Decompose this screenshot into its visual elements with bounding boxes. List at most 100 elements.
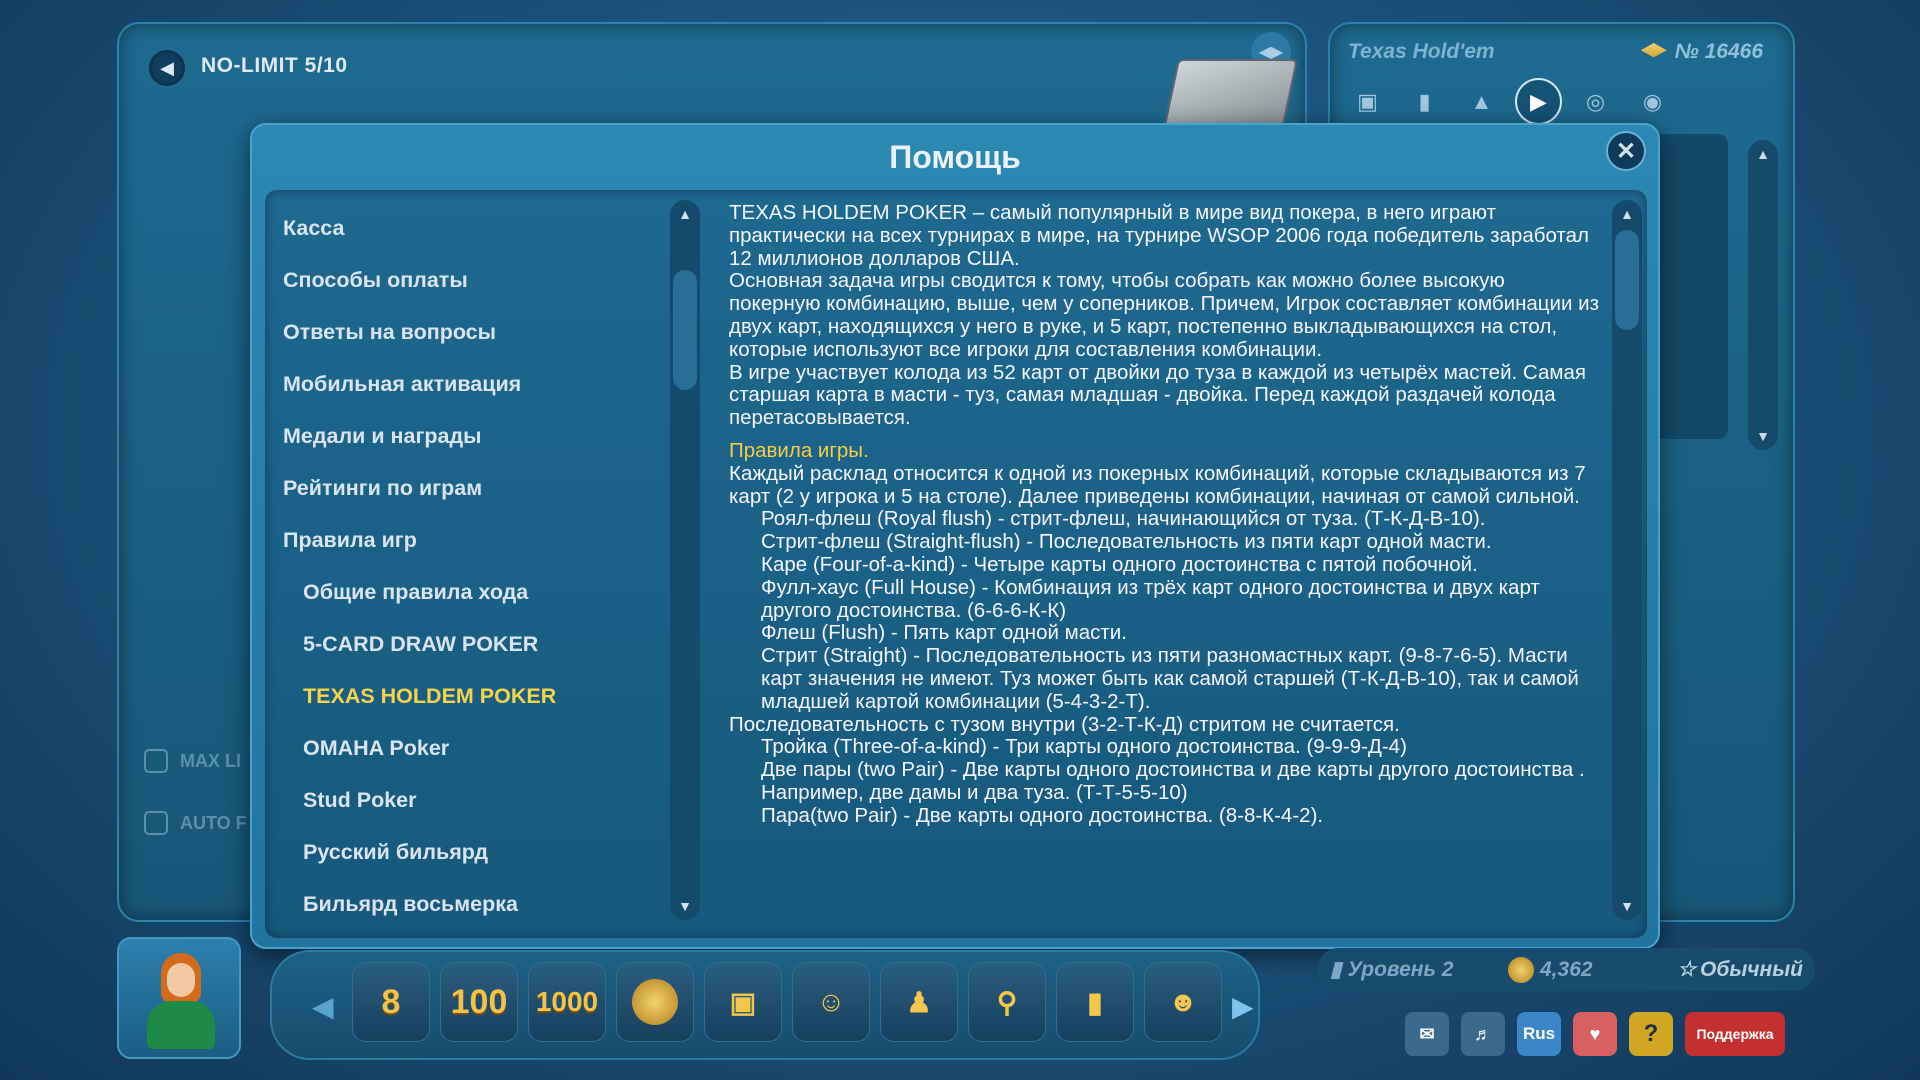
scroll-thumb[interactable] (1615, 230, 1639, 330)
chevron-left-icon: ◀ (160, 57, 174, 78)
menu-item-kassa[interactable]: Касса (283, 202, 703, 254)
medal-icon[interactable]: ◎ (1572, 78, 1619, 125)
rank-indicator: ☆ Обычный (1677, 957, 1803, 982)
scroll-down-icon[interactable]: ▼ (1756, 428, 1770, 444)
level-bars-icon: ▮ (1330, 958, 1342, 981)
back-button[interactable]: ◀ (149, 50, 185, 86)
menu-item-ratings[interactable]: Рейтинги по играм (283, 462, 703, 514)
menu-item-mobile[interactable]: Мобильная активация (283, 358, 703, 410)
combo-three-of-a-kind: Тройка (Three-of-a-kind) - Три карты одн… (761, 735, 1407, 759)
menu-item-faq[interactable]: Ответы на вопросы (283, 306, 703, 358)
scroll-up-icon[interactable]: ▲ (678, 206, 692, 222)
menu-item-5card-draw[interactable]: 5-CARD DRAW POKER (283, 618, 703, 670)
combo-ace-inside: Последовательность с тузом внутри (3-2-Т… (729, 712, 1400, 736)
table-number: № 16466 (1640, 40, 1763, 64)
table-title: NO-LIMIT 5/10 (201, 54, 348, 77)
level-indicator: ▮ Уровень 2 (1330, 957, 1454, 982)
content-scrollbar[interactable]: ▲ ▼ (1612, 200, 1642, 920)
camera-icon[interactable]: ◉ (1629, 78, 1676, 125)
coin-icon (1508, 956, 1534, 983)
video-camera-icon[interactable]: ▶ (1515, 78, 1562, 125)
stats-icon[interactable]: ▮ (1401, 78, 1448, 125)
players-icon[interactable]: ♟ (880, 962, 958, 1042)
sound-button[interactable]: ♬ (1461, 1012, 1505, 1056)
menu-item-rules[interactable]: Правила игр (283, 514, 703, 566)
menu-item-medals[interactable]: Медали и награды (283, 410, 703, 462)
content-paragraph: Каждый расклад относится к одной из поке… (729, 461, 1586, 508)
bar-chart-icon[interactable]: ▮ (1056, 962, 1134, 1042)
content-paragraph: TEXAS HOLDEM POKER – самый популярный в … (729, 202, 1589, 270)
game-name: Texas Hold'em (1348, 40, 1495, 63)
favorites-button[interactable]: ♥ (1573, 1012, 1617, 1056)
menu-item-payment[interactable]: Способы оплаты (283, 254, 703, 306)
checkbox-box[interactable] (144, 811, 168, 835)
dialog-title: Помощь (889, 139, 1021, 175)
combo-pair: Пара(two Pair) - Две карты одного достои… (761, 803, 1324, 827)
avatar-face (167, 963, 195, 997)
speaker-icon: ♬ (1474, 1023, 1492, 1044)
combo-straight-flush: Стрит-флеш (Straight-flush) - Последоват… (761, 530, 1492, 554)
chat-scrollbar[interactable]: ▲ ▼ (1748, 140, 1778, 450)
content-paragraph: В игре участвует колода из 52 карт от дв… (729, 360, 1586, 430)
help-dialog: Помощь ✕ Касса Способы оплаты Ответы на … (250, 123, 1660, 949)
scroll-thumb[interactable] (673, 270, 697, 390)
max-limit-label: MAX LI (180, 750, 241, 771)
menu-item-stud[interactable]: Stud Poker (283, 774, 703, 826)
info-toolbar: ▣ ▮ ▲ ▶ ◎ ◉ (1344, 78, 1676, 125)
envelope-icon: ✉ (1419, 1023, 1435, 1044)
avatar-body (147, 1001, 215, 1049)
hat-icon[interactable]: ▲ (1458, 78, 1505, 125)
menu-item-russian-billiard[interactable]: Русский бильярд (283, 826, 703, 878)
combo-four-of-a-kind: Каре (Four-of-a-kind) - Четыре карты одн… (761, 552, 1478, 576)
max-limit-checkbox[interactable]: MAX LI (144, 749, 241, 773)
star-icon: ☆ (1677, 958, 1697, 981)
close-icon: ✕ (1615, 137, 1637, 165)
scroll-up-icon[interactable]: ▲ (1756, 146, 1770, 162)
mail-button[interactable]: ✉ (1405, 1012, 1449, 1056)
search-icon[interactable]: ⚲ (968, 962, 1046, 1042)
support-button[interactable]: Поддержка (1685, 1012, 1785, 1056)
help-button[interactable]: ? (1629, 1012, 1673, 1056)
dock-next-arrow[interactable]: ▶ (1232, 990, 1254, 1023)
auto-checkbox[interactable]: AUTO F (144, 811, 247, 835)
dock-items: 8 100 1000 ▣ ☺ ♟ ⚲ ▮ ☻ (352, 962, 1222, 1042)
combo-straight: Стрит (Straight) - Последовательность из… (761, 644, 1579, 713)
chat-icon[interactable]: ▣ (1344, 78, 1391, 125)
masks-icon[interactable]: ☺ (792, 962, 870, 1042)
scroll-up-icon[interactable]: ▲ (1620, 206, 1634, 222)
bottom-toolbar: ✉ ♬ Rus ♥ ? Поддержка (1405, 1012, 1785, 1056)
language-button[interactable]: Rus (1517, 1012, 1561, 1056)
combo-two-pair: Две пары (two Pair) - Две карты одного д… (761, 758, 1585, 804)
status-bar: ▮ Уровень 2 4,362 ☆ Обычный (1318, 948, 1815, 991)
cards-billiard-icon[interactable]: 8 (352, 962, 430, 1042)
help-menu: Касса Способы оплаты Ответы на вопросы М… (283, 202, 703, 930)
games-dock: ◀ 8 100 1000 ▣ ☺ ♟ ⚲ ▮ ☻ ▶ (270, 950, 1260, 1060)
menu-scrollbar[interactable]: ▲ ▼ (670, 200, 700, 920)
dock-prev-arrow[interactable]: ◀ (312, 990, 334, 1023)
heart-icon: ♥ (1589, 1023, 1601, 1044)
email-100-icon[interactable]: 100 (440, 962, 518, 1042)
combo-flush: Флеш (Flush) - Пять карт одной масти. (761, 621, 1127, 645)
auto-label: AUTO F (180, 812, 247, 833)
wallet-icon[interactable]: ▣ (704, 962, 782, 1042)
scroll-down-icon[interactable]: ▼ (678, 898, 692, 914)
graduation-hat-icon (1640, 43, 1667, 58)
add-friend-icon[interactable]: ☻ (1144, 962, 1222, 1042)
menu-item-texas-holdem[interactable]: TEXAS HOLDEM POKER (283, 670, 703, 722)
close-button[interactable]: ✕ (1606, 131, 1646, 171)
avatar-panel[interactable] (117, 937, 241, 1059)
coins-indicator: 4,362 (1508, 956, 1593, 983)
help-content: TEXAS HOLDEM POKER – самый популярный в … (729, 202, 1599, 922)
menu-item-omaha[interactable]: OMAHA Poker (283, 722, 703, 774)
combo-royal-flush: Роял-флеш (Royal flush) - стрит-флеш, на… (761, 507, 1486, 531)
phone-1000-icon[interactable]: 1000 (528, 962, 606, 1042)
menu-item-general-rules[interactable]: Общие правила хода (283, 566, 703, 618)
scroll-down-icon[interactable]: ▼ (1620, 898, 1634, 914)
menu-item-eight-ball[interactable]: Бильярд восьмерка (283, 878, 703, 930)
avatar[interactable] (147, 953, 215, 1049)
coin-icon[interactable] (616, 962, 694, 1042)
checkbox-box[interactable] (144, 749, 168, 773)
dialog-body: Касса Способы оплаты Ответы на вопросы М… (265, 190, 1647, 938)
rules-heading: Правила игры. (729, 438, 869, 462)
combo-full-house: Фулл-хаус (Full House) - Комбинация из т… (761, 575, 1540, 622)
